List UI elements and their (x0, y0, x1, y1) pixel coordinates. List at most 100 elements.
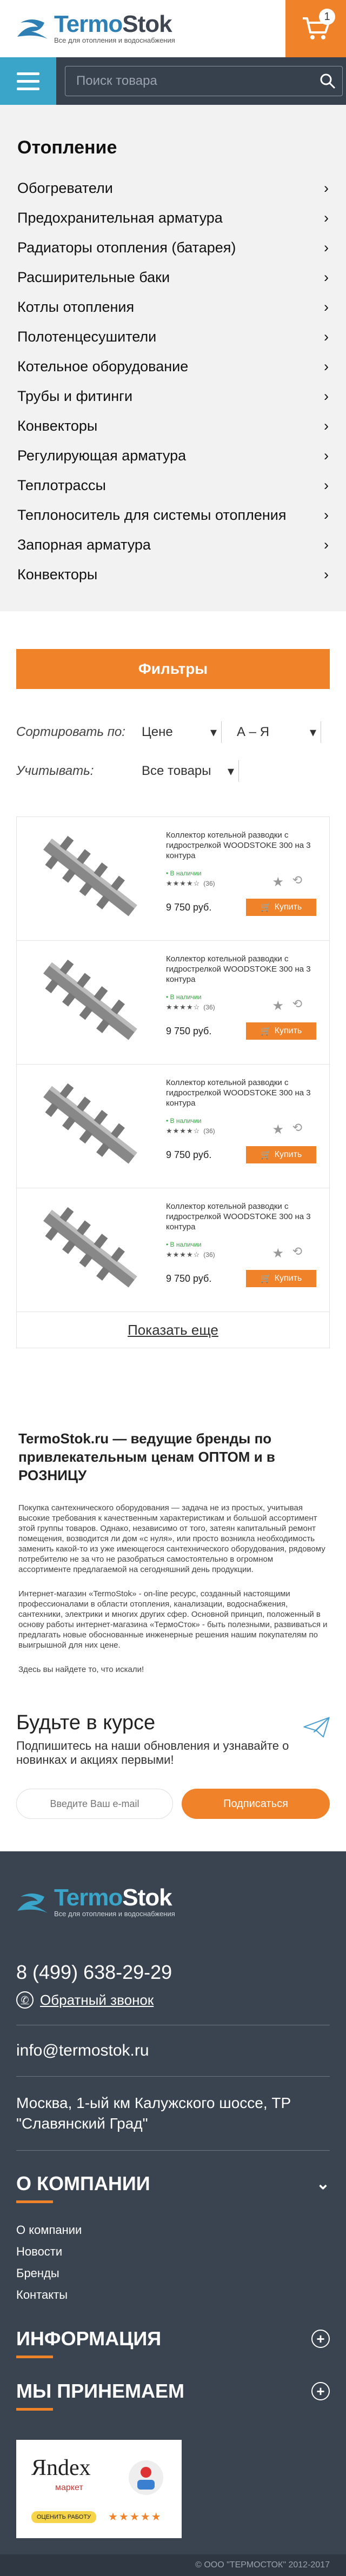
product-name[interactable]: Коллектор котельной разводки с гидростре… (166, 1078, 316, 1108)
filters-button[interactable]: Фильтры (16, 649, 330, 689)
plus-icon: + (311, 2382, 330, 2400)
site-footer: TermoStok Все для отопления и водоснабже… (0, 1851, 346, 2576)
cart-small-icon: 🛒 (260, 1274, 271, 1283)
search-icon[interactable] (320, 73, 336, 89)
category-item[interactable]: Регулирующая арматура › (17, 441, 329, 471)
product-image[interactable] (30, 1201, 149, 1299)
cart-small-icon: 🛒 (260, 1027, 271, 1036)
star-icon[interactable]: ★ (272, 1122, 284, 1138)
chevron-down-icon: ⌄ (316, 2174, 330, 2193)
chevron-right-icon: › (324, 180, 329, 196)
category-list: Обогреватели › Предохранительная арматура… (17, 173, 329, 590)
category-item[interactable]: Трубы и фитинги › (17, 382, 329, 411)
category-item[interactable]: Котельное оборудование › (17, 352, 329, 382)
category-item[interactable]: Конвекторы › (17, 411, 329, 441)
footer-section-info[interactable]: ИНФОРМАЦИЯ + (16, 2306, 330, 2350)
category-item[interactable]: Запорная арматура › (17, 530, 329, 560)
chevron-right-icon: › (324, 269, 329, 285)
category-item[interactable]: Конвекторы › (17, 560, 329, 590)
footer-link[interactable]: Бренды (16, 2263, 330, 2284)
footer-section-company[interactable]: О КОМПАНИИ ⌄ (16, 2151, 330, 2195)
compare-icon[interactable]: ⟲ (292, 1244, 302, 1259)
buy-button[interactable]: 🛒 Купить (246, 1146, 316, 1163)
product-price: 9 750 руб. (166, 1025, 212, 1036)
chevron-right-icon: › (324, 507, 329, 523)
menu-button[interactable] (0, 57, 56, 105)
category-item[interactable]: Котлы отопления › (17, 292, 329, 322)
footer-email[interactable]: info@termostok.ru (16, 2042, 330, 2060)
category-item[interactable]: Теплоноситель для системы отопления › (17, 500, 329, 530)
footer-link[interactable]: Новости (16, 2241, 330, 2263)
yandex-mascot-icon (129, 2460, 163, 2495)
product-card[interactable]: Коллектор котельной разводки с гидростре… (17, 941, 329, 1065)
cart-button[interactable]: 1 (285, 0, 346, 57)
yandex-market-badge[interactable]: Яndex маркет ОЦЕНИТЬ РАБОТУ ★★★★★ (16, 2440, 182, 2538)
star-icon[interactable]: ★ (272, 1246, 284, 1261)
product-price: 9 750 руб. (166, 1273, 212, 1284)
category-item[interactable]: Теплотрассы › (17, 471, 329, 500)
rate-work-label: ОЦЕНИТЬ РАБОТУ (31, 2511, 97, 2523)
buy-button[interactable]: 🛒 Купить (246, 899, 316, 916)
category-item[interactable]: Обогреватели › (17, 173, 329, 203)
footer-logo[interactable]: TermoStok Все для отопления и водоснабже… (16, 1886, 330, 1918)
site-header: TermoStok Все для отопления и водоснабже… (0, 0, 346, 57)
sort-label: Сортировать по: (16, 725, 125, 739)
consider-select[interactable]: Все товары ▾ (142, 760, 239, 782)
product-price: 9 750 руб. (166, 1149, 212, 1160)
about-paragraph: Покупка сантехнического оборудования — з… (18, 1503, 325, 1574)
yandex-logo: Яndex (31, 2455, 91, 2480)
footer-phone[interactable]: 8 (499) 638-29-29 (16, 1961, 330, 1984)
sort-row: Сортировать по: Цене ▾ А – Я ▾ (0, 719, 346, 745)
footer-link[interactable]: О компании (16, 2219, 330, 2241)
about-paragraph: Интернет-магазин «TermoStok» - on-line р… (18, 1589, 328, 1650)
brand-tagline: Все для отопления и водоснабжения (54, 1910, 175, 1918)
callback-link[interactable]: ✆ Обратный звонок (16, 1991, 330, 2009)
product-image[interactable] (30, 1078, 149, 1175)
product-price: 9 750 руб. (166, 901, 212, 913)
order-select[interactable]: А – Я ▾ (237, 721, 321, 743)
menu-icon (17, 72, 39, 90)
footer-address: Москва, 1-ый км Калужского шоссе, ТР "Сл… (16, 2095, 291, 2132)
category-title: Отопление (17, 137, 117, 158)
star-icon[interactable]: ★ (272, 874, 284, 890)
product-card[interactable]: Коллектор котельной разводки с гидростре… (17, 817, 329, 941)
product-card[interactable]: Коллектор котельной разводки с гидростре… (17, 1188, 329, 1312)
brand-tagline: Все для отопления и водоснабжения (54, 36, 175, 44)
category-item[interactable]: Предохранительная арматура › (17, 203, 329, 233)
compare-icon[interactable]: ⟲ (292, 1121, 302, 1135)
category-item[interactable]: Полотенцесушители › (17, 322, 329, 352)
chevron-right-icon: › (324, 210, 329, 226)
subscribe-button[interactable]: Подписаться (182, 1789, 330, 1819)
sort-select[interactable]: Цене ▾ (142, 721, 222, 743)
product-image[interactable] (30, 830, 149, 927)
buy-button[interactable]: 🛒 Купить (246, 1270, 316, 1287)
product-name[interactable]: Коллектор котельной разводки с гидростре… (166, 830, 316, 861)
email-input[interactable] (16, 1789, 173, 1819)
subscribe-section: Будьте в курсе Подпишитесь на наши обнов… (0, 1689, 346, 1851)
star-icon: ★★★★★ (108, 2511, 162, 2523)
logo[interactable]: TermoStok Все для отопления и водоснабже… (0, 12, 175, 44)
category-item[interactable]: Расширительные баки › (17, 263, 329, 292)
product-list: Коллектор котельной разводки с гидростре… (16, 817, 330, 1348)
product-name[interactable]: Коллектор котельной разводки с гидростре… (166, 1201, 316, 1232)
search-input[interactable] (76, 73, 320, 89)
star-icon: ★★★★☆ (166, 1003, 201, 1011)
company-links: О компании Новости Бренды Контакты (16, 2219, 330, 2306)
compare-icon[interactable]: ⟲ (292, 873, 302, 887)
product-card[interactable]: Коллектор котельной разводки с гидростре… (17, 1065, 329, 1188)
compare-icon[interactable]: ⟲ (292, 997, 302, 1011)
footer-section-accept[interactable]: МЫ ПРИНЕМАЕМ + (16, 2358, 330, 2403)
product-name[interactable]: Коллектор котельной разводки с гидростре… (166, 954, 316, 985)
chevron-down-icon: ▾ (309, 725, 316, 740)
star-icon[interactable]: ★ (272, 998, 284, 1014)
product-image[interactable] (30, 954, 149, 1051)
chevron-right-icon: › (324, 418, 329, 434)
consider-row: Учитывать: Все товары ▾ (0, 758, 346, 784)
category-section: Отопление Обогреватели › Предохранительна… (0, 105, 346, 611)
chevron-right-icon: › (324, 477, 329, 493)
buy-button[interactable]: 🛒 Купить (246, 1022, 316, 1040)
show-more-link[interactable]: Показать еще (17, 1312, 329, 1348)
category-item[interactable]: Радиаторы отопления (батарея) › (17, 233, 329, 263)
footer-link[interactable]: Контакты (16, 2284, 330, 2306)
plus-icon: + (311, 2330, 330, 2348)
